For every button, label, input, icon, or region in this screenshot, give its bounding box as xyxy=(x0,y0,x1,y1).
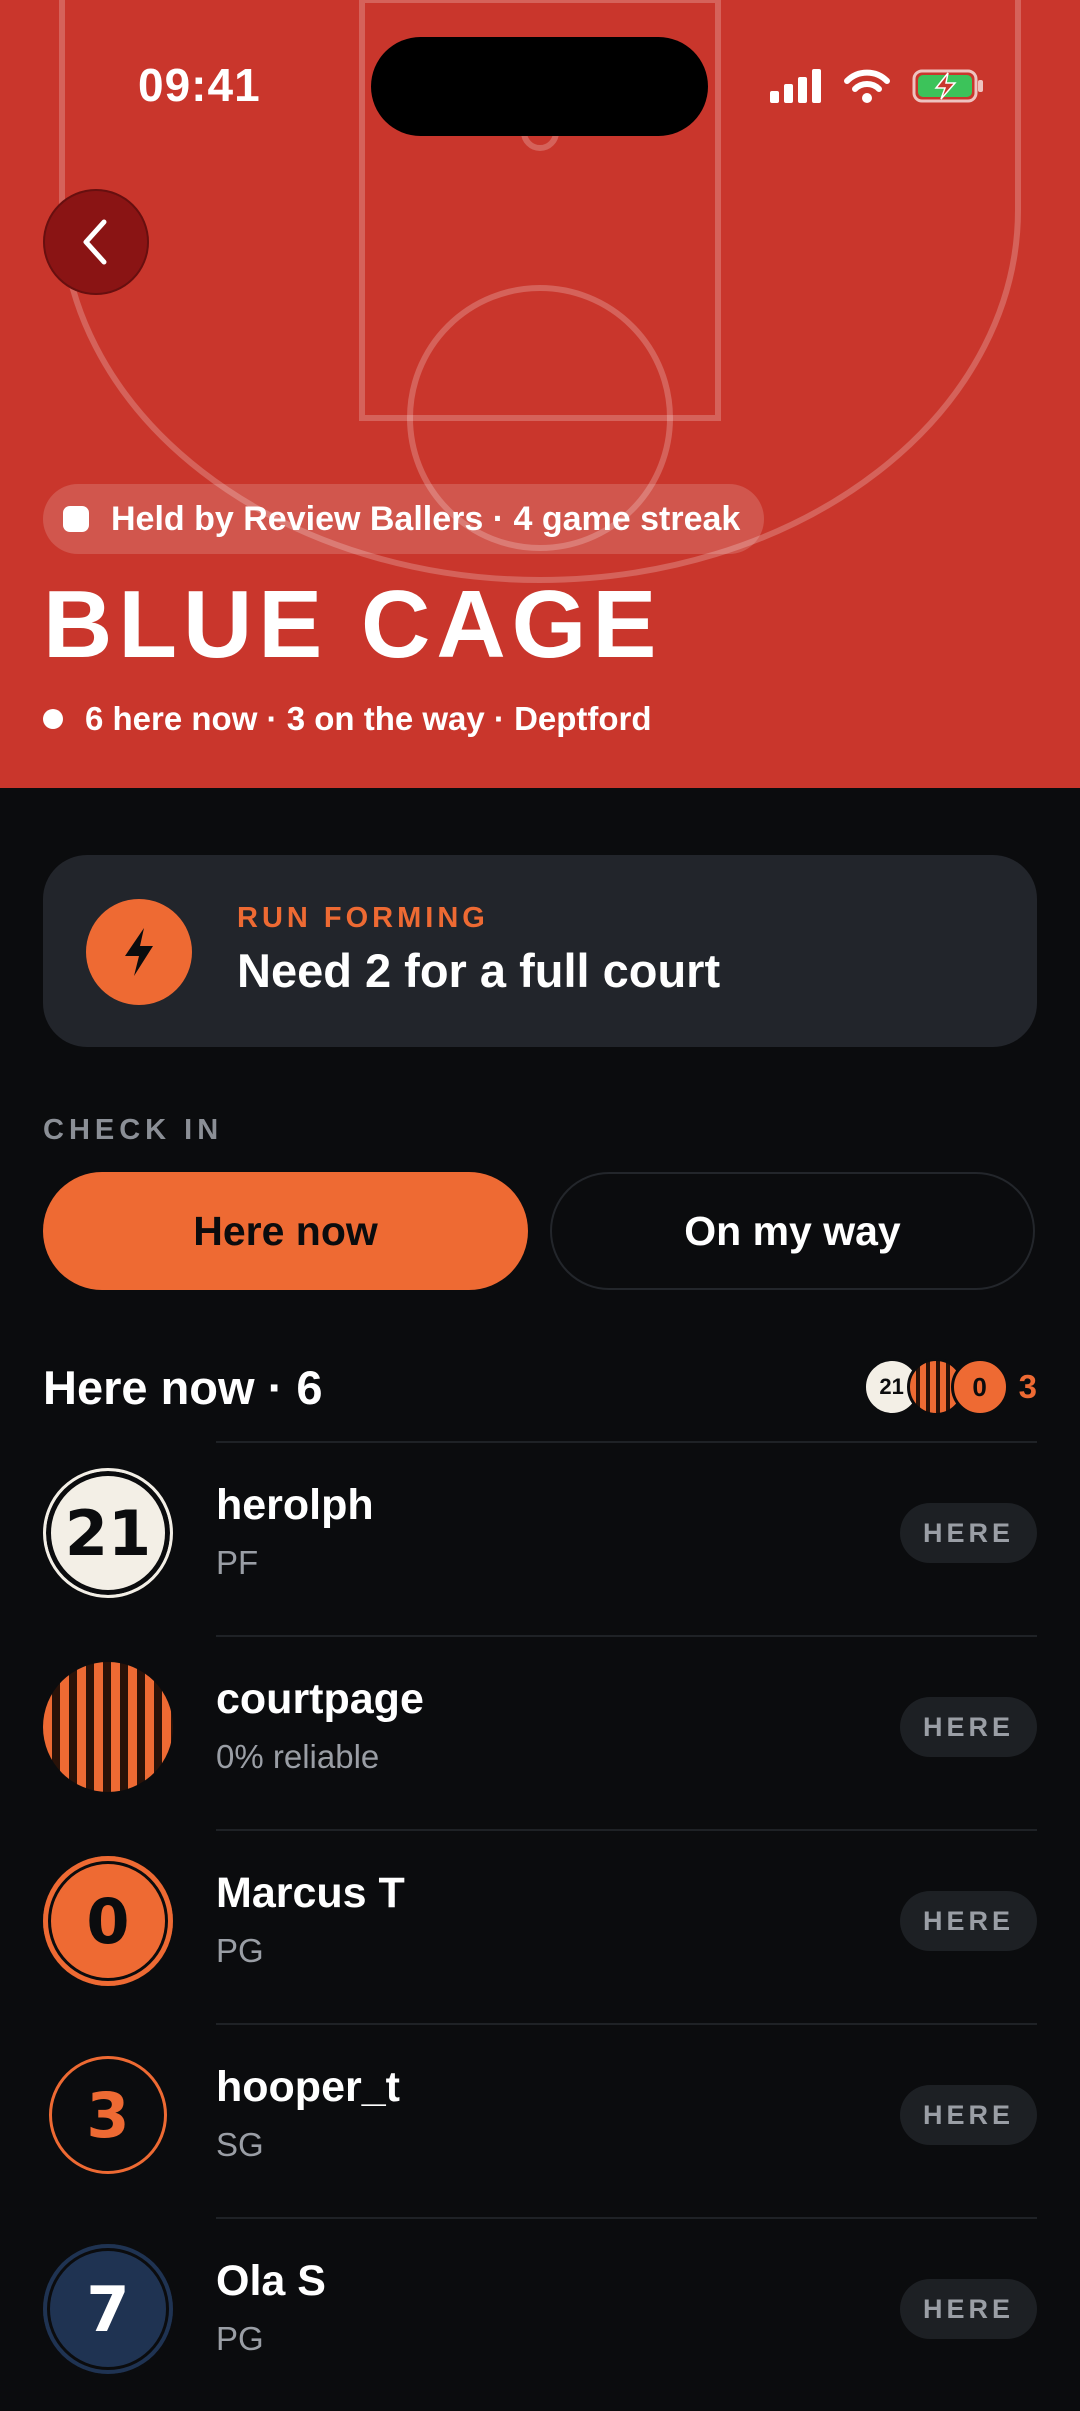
player-reliability: 0% reliable xyxy=(216,1738,380,1775)
list-item[interactable]: 0 Marcus T PG HERE xyxy=(0,1829,1080,2023)
status-icons xyxy=(770,68,984,104)
here-now-button[interactable]: Here now xyxy=(43,1172,528,1290)
on-my-way-button[interactable]: On my way xyxy=(550,1172,1035,1290)
status-bar: 09:41 xyxy=(0,0,1080,170)
stack-more-count: 3 xyxy=(1018,1368,1037,1405)
battery-charging-icon xyxy=(912,69,983,103)
divider xyxy=(216,1441,1037,1443)
court-meta: 6 here now · 3 on the way · Deptford xyxy=(43,700,652,738)
court-hero: 09:41 Held by Review Ballers · 4 game st… xyxy=(0,0,1080,788)
player-position: SG xyxy=(216,2126,264,2163)
divider xyxy=(216,2217,1037,2219)
player-name: Marcus T xyxy=(216,1869,405,1917)
status-time: 09:41 xyxy=(138,59,261,111)
list-item[interactable]: courtpage 0% reliable HERE xyxy=(0,1635,1080,1829)
run-status-title: Need 2 for a full court xyxy=(237,944,721,997)
player-name: courtpage xyxy=(216,1675,424,1723)
court-meta-text: 6 here now · 3 on the way · Deptford xyxy=(85,700,652,737)
run-forming-card[interactable]: RUN FORMING Need 2 for a full court xyxy=(43,855,1037,1047)
crew-square-icon xyxy=(63,506,89,532)
avatar-stack[interactable]: 21 0 3 xyxy=(862,1358,1037,1416)
checkin-label: CHECK IN xyxy=(43,1114,224,1146)
lightning-icon xyxy=(86,899,192,1005)
holder-text: Held by Review Ballers · 4 game streak xyxy=(111,499,741,538)
player-list: 21 herolph PF HERE courtpage 0% reliable… xyxy=(0,1441,1080,2411)
player-name: hooper_t xyxy=(216,2063,400,2111)
player-name: Ola S xyxy=(216,2257,326,2305)
player-position: PG xyxy=(216,1932,264,1969)
avatar: 0 xyxy=(43,1856,173,1986)
court-name: BLUE CAGE xyxy=(43,571,663,678)
holder-badge: Held by Review Ballers · 4 game streak xyxy=(43,484,765,554)
back-button[interactable] xyxy=(43,189,149,295)
live-dot-icon xyxy=(43,709,63,729)
here-now-section-title: Here now · 6 xyxy=(43,1361,323,1414)
list-item[interactable]: 7 Ola S PG HERE xyxy=(0,2217,1080,2411)
avatar: 7 xyxy=(43,2244,173,2374)
run-status-label: RUN FORMING xyxy=(237,902,489,934)
dynamic-island xyxy=(371,37,708,136)
status-badge: HERE xyxy=(900,1503,1037,1563)
divider xyxy=(216,1635,1037,1637)
status-badge: HERE xyxy=(900,2085,1037,2145)
avatar: 3 xyxy=(49,2056,167,2174)
signal-icon xyxy=(770,69,821,103)
player-name: herolph xyxy=(216,1481,374,1529)
status-badge: HERE xyxy=(900,2279,1037,2339)
avatar: 21 xyxy=(43,1468,173,1598)
wifi-icon xyxy=(844,69,890,103)
player-position: PG xyxy=(216,2320,264,2357)
player-position: PF xyxy=(216,1544,259,1581)
avatar xyxy=(43,1662,173,1792)
list-item[interactable]: 21 herolph PF HERE xyxy=(0,1441,1080,1635)
divider xyxy=(216,2023,1037,2025)
chevron-left-icon xyxy=(83,219,107,265)
divider xyxy=(216,1829,1037,1831)
stack-avatar: 0 xyxy=(950,1358,1009,1416)
status-badge: HERE xyxy=(900,1891,1037,1951)
list-item[interactable]: 3 hooper_t SG HERE xyxy=(0,2023,1080,2217)
status-badge: HERE xyxy=(900,1697,1037,1757)
